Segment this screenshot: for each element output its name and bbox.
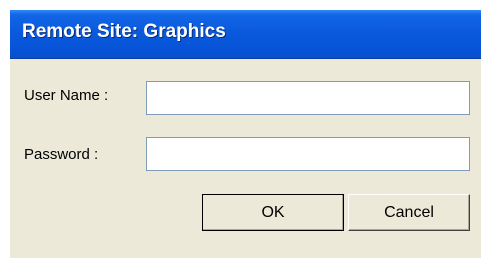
username-field[interactable] [146,81,470,115]
title-bar[interactable]: Remote Site: Graphics [10,10,481,59]
ok-button[interactable]: OK [202,194,344,231]
password-label: Password : [24,146,99,163]
dialog-title: Remote Site: Graphics [22,21,226,42]
cancel-button[interactable]: Cancel [348,194,470,231]
password-field[interactable] [146,137,470,171]
remote-site-dialog: Remote Site: Graphics User Name : Passwo… [10,10,481,258]
username-label: User Name : [24,87,109,104]
